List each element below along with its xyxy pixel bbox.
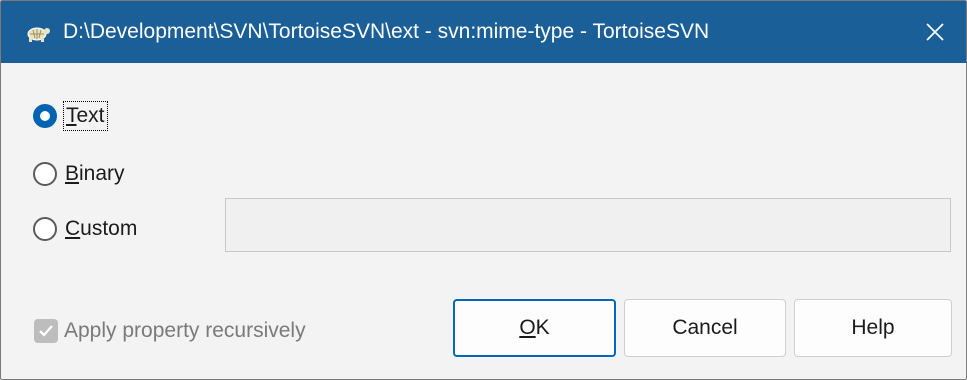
radio-binary[interactable]: Binary — [33, 160, 127, 188]
radio-binary-label: Binary — [65, 162, 125, 185]
help-button[interactable]: Help — [794, 299, 952, 357]
cancel-button[interactable]: Cancel — [624, 299, 786, 357]
radio-custom-label: Custom — [65, 217, 138, 240]
ok-label: K — [535, 316, 550, 339]
radio-button[interactable] — [33, 217, 57, 241]
radio-text[interactable]: Text — [33, 101, 108, 131]
ok-label-mnemonic: O — [519, 316, 536, 339]
apply-recursively-checkbox[interactable] — [34, 319, 58, 343]
title-bar: D:\Development\SVN\TortoiseSVN\ext - svn… — [1, 1, 966, 63]
radio-button[interactable] — [33, 162, 57, 186]
apply-recursively-label: Apply property recursively — [64, 319, 306, 342]
checkmark-icon — [39, 325, 53, 337]
radio-button-selected[interactable] — [33, 104, 57, 128]
ok-button[interactable]: OK — [453, 299, 616, 357]
window-title: D:\Development\SVN\TortoiseSVN\ext - svn… — [63, 20, 710, 43]
close-icon — [926, 23, 944, 41]
radio-custom[interactable]: Custom — [33, 215, 139, 243]
mime-type-dialog: D:\Development\SVN\TortoiseSVN\ext - svn… — [0, 0, 967, 380]
radio-text-label: Text — [63, 101, 108, 131]
custom-mime-type-input[interactable] — [225, 198, 951, 252]
close-button[interactable] — [904, 1, 966, 63]
tortoise-icon — [25, 23, 51, 43]
apply-recursively-checkbox-row[interactable]: Apply property recursively — [34, 319, 306, 343]
